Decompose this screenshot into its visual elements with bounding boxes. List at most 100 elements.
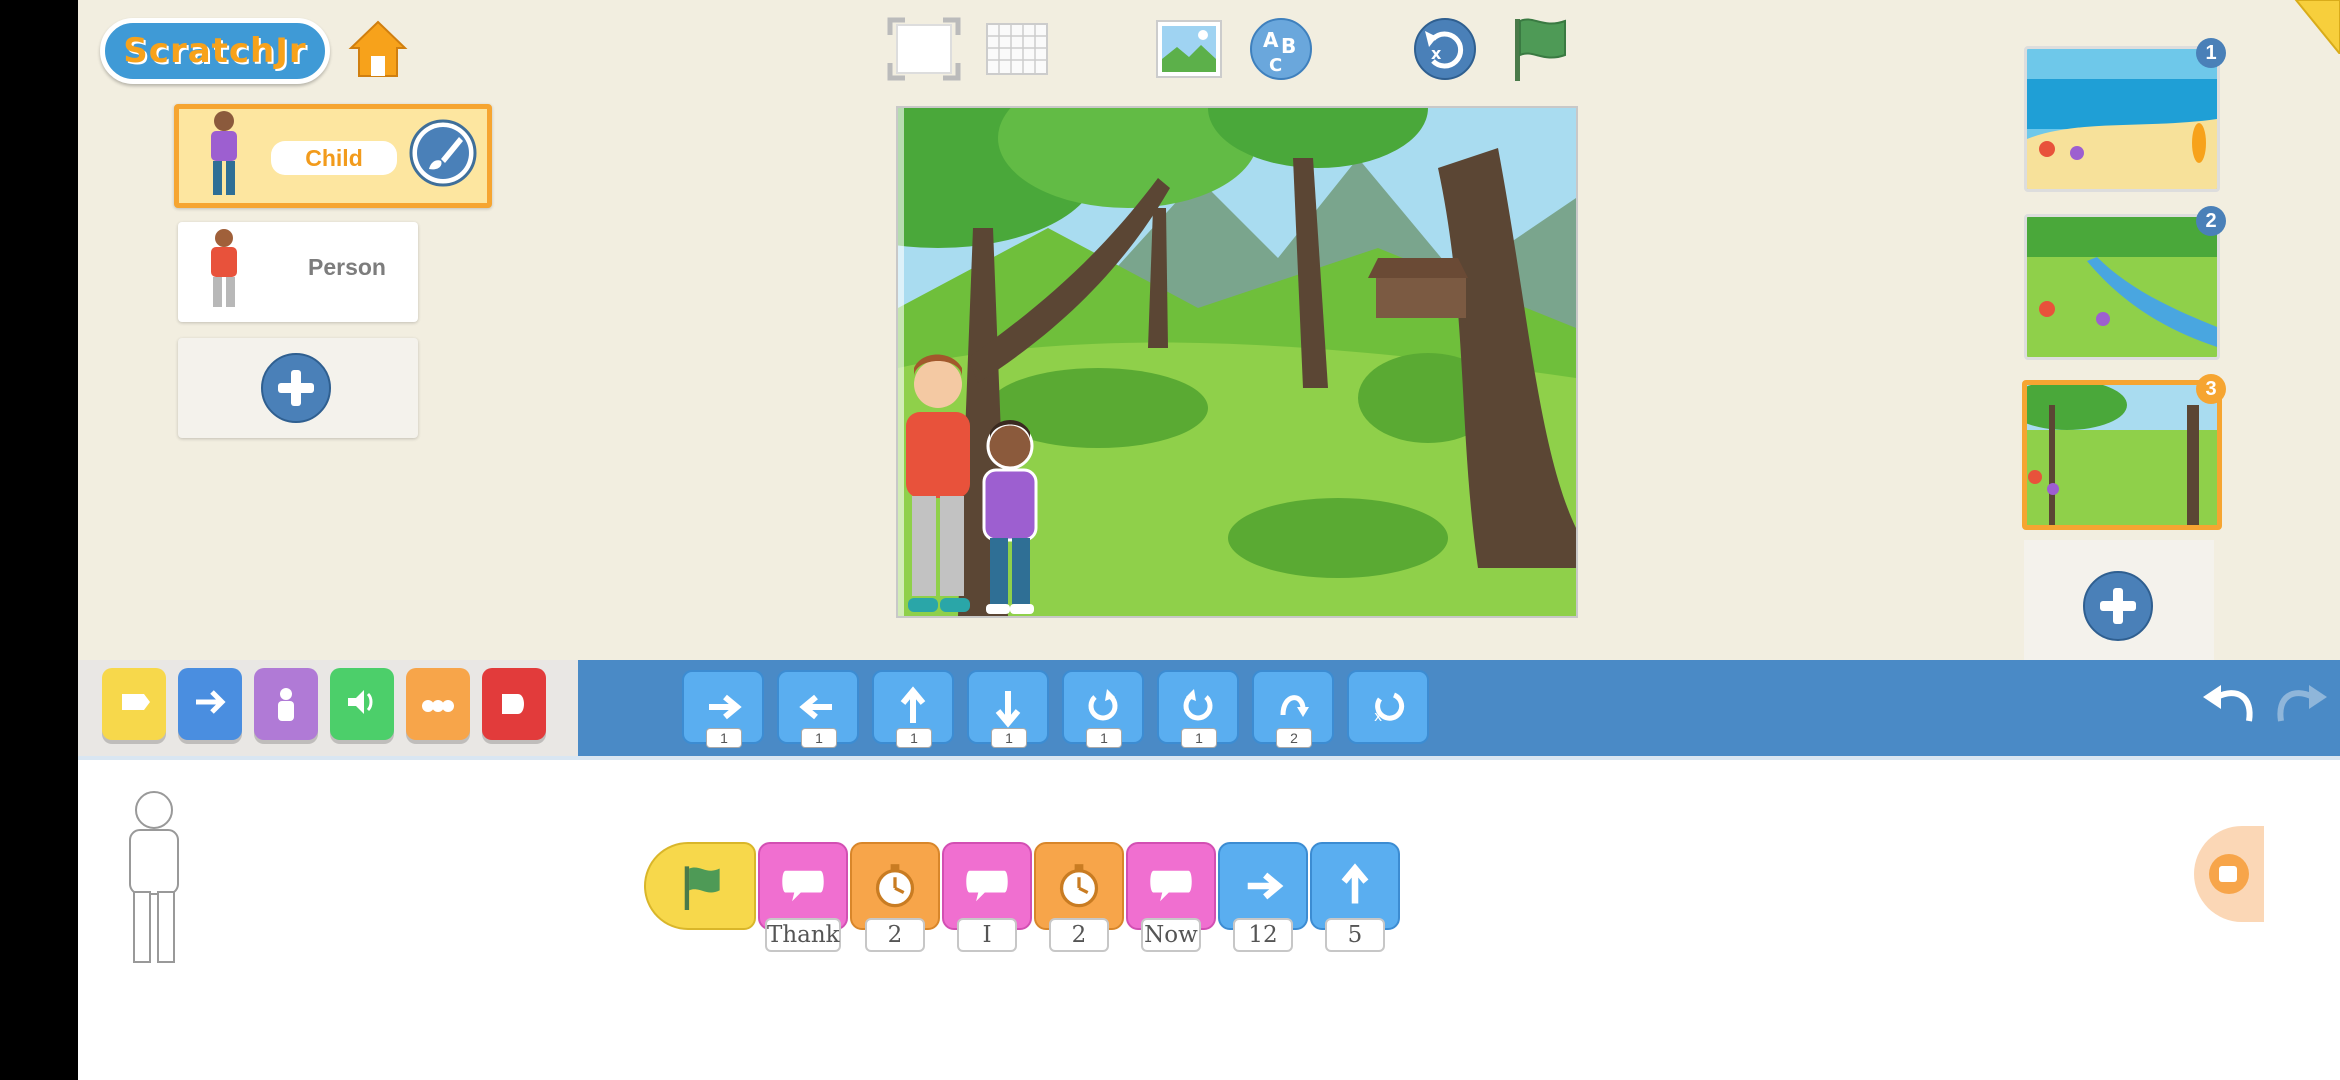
turn-right-icon bbox=[1088, 689, 1118, 721]
block-input-field[interactable]: Now bbox=[1141, 918, 1201, 952]
add-sprite-slot bbox=[178, 338, 418, 438]
script-block-wait[interactable] bbox=[1034, 842, 1124, 930]
block-input-field[interactable]: 5 bbox=[1325, 918, 1385, 952]
person-sprite[interactable] bbox=[898, 354, 978, 616]
grid-button[interactable] bbox=[984, 20, 1050, 78]
undo-button[interactable] bbox=[2196, 674, 2260, 738]
looks-category-icon bbox=[278, 688, 294, 721]
move-right-icon bbox=[709, 694, 742, 720]
grid-icon bbox=[986, 23, 1048, 75]
green-flag-icon bbox=[684, 866, 720, 910]
logo-text: ScratchJr bbox=[123, 31, 307, 71]
undo-icon bbox=[2203, 685, 2253, 722]
home-button[interactable] bbox=[346, 16, 410, 82]
hop-icon bbox=[1280, 695, 1309, 717]
svg-text:A: A bbox=[1263, 28, 1279, 52]
svg-text:B: B bbox=[1281, 34, 1296, 58]
scratchjr-app: ScratchJr A B C x Child Person 1 2 3 1 1… bbox=[78, 0, 2340, 1080]
full-screen-button[interactable] bbox=[886, 16, 962, 82]
corner-fold-icon bbox=[2294, 0, 2340, 56]
svg-text:x: x bbox=[1374, 709, 1382, 725]
add-page-button[interactable] bbox=[2082, 570, 2154, 642]
block-input-field[interactable]: 12 bbox=[1233, 918, 1293, 952]
speech-bubble-icon bbox=[966, 870, 1008, 902]
page-thumbnail-1[interactable] bbox=[2024, 46, 2220, 192]
text-icon: A B C bbox=[1250, 18, 1312, 80]
share-corner-tab[interactable] bbox=[2286, 0, 2340, 56]
child-thumbnail-icon bbox=[211, 111, 237, 195]
category-control[interactable] bbox=[406, 668, 470, 740]
block-input-field[interactable]: 2 bbox=[865, 918, 925, 952]
add-text-button[interactable]: A B C bbox=[1248, 16, 1314, 82]
sound-category-icon bbox=[348, 690, 373, 714]
block-input-field[interactable]: I bbox=[957, 918, 1017, 952]
full-screen-icon bbox=[887, 17, 961, 81]
block-number: 1 bbox=[706, 728, 742, 748]
add-sprite-button[interactable] bbox=[260, 352, 332, 424]
beach-thumbnail-icon bbox=[2027, 49, 2217, 189]
category-motion[interactable] bbox=[178, 668, 242, 740]
speech-bubble-icon bbox=[1150, 870, 1192, 902]
page-thumbnail-3[interactable] bbox=[2022, 380, 2222, 530]
script-block-move-up[interactable] bbox=[1310, 842, 1400, 930]
redo-icon bbox=[2277, 685, 2327, 722]
script-block-say[interactable] bbox=[758, 842, 848, 930]
background-button[interactable] bbox=[1154, 18, 1224, 80]
green-flag-button[interactable] bbox=[1506, 14, 1572, 84]
go-home-icon: x bbox=[1374, 692, 1405, 725]
sprite-card-person[interactable]: Person bbox=[178, 222, 418, 322]
page-number-badge: 1 bbox=[2196, 38, 2226, 68]
script-block-green-flag-start[interactable] bbox=[644, 842, 756, 930]
block-number: 1 bbox=[1181, 728, 1217, 748]
page-thumbnail-2[interactable] bbox=[2024, 214, 2220, 360]
script-block-say[interactable] bbox=[942, 842, 1032, 930]
block-number: 1 bbox=[991, 728, 1027, 748]
plus-icon bbox=[261, 353, 331, 423]
sprite-name-label[interactable]: Child bbox=[271, 141, 397, 175]
reset-icon: x bbox=[1414, 18, 1476, 80]
control-category-icon bbox=[422, 700, 454, 712]
script-block-say[interactable] bbox=[1126, 842, 1216, 930]
triggering-category-icon bbox=[122, 694, 150, 710]
paintbrush-icon bbox=[409, 119, 477, 187]
speech-bubble-icon bbox=[782, 870, 824, 902]
plus-icon bbox=[2083, 571, 2153, 641]
block-number: 2 bbox=[1276, 728, 1312, 748]
block-number: 1 bbox=[1086, 728, 1122, 748]
move-down-icon bbox=[995, 691, 1021, 728]
motion-block-go-home[interactable]: x bbox=[1347, 670, 1429, 744]
block-input-field[interactable]: 2 bbox=[1049, 918, 1109, 952]
move-up-icon bbox=[1341, 863, 1369, 904]
stopwatch-icon bbox=[875, 864, 915, 908]
category-triggering[interactable] bbox=[102, 668, 166, 740]
sprite-name-label: Person bbox=[308, 254, 386, 280]
script-block-move-right[interactable] bbox=[1218, 842, 1308, 930]
motion-category-icon bbox=[196, 690, 226, 714]
category-looks[interactable] bbox=[254, 668, 318, 740]
redo-button[interactable] bbox=[2270, 674, 2334, 738]
green-flag-icon bbox=[1515, 18, 1566, 81]
svg-text:x: x bbox=[1431, 44, 1442, 63]
presentation-icon bbox=[2209, 854, 2249, 894]
category-end[interactable] bbox=[482, 668, 546, 740]
move-left-icon bbox=[799, 694, 832, 720]
selected-sprite-outline-icon bbox=[129, 791, 179, 963]
move-up-icon bbox=[900, 686, 926, 723]
child-sprite[interactable] bbox=[972, 418, 1048, 616]
reset-characters-button[interactable]: x bbox=[1412, 16, 1478, 82]
page-number-badge: 2 bbox=[2196, 206, 2226, 236]
paint-editor-button[interactable] bbox=[409, 119, 477, 187]
sprite-card-child[interactable]: Child bbox=[174, 104, 492, 208]
block-input-field[interactable]: Thank bbox=[765, 918, 841, 952]
move-right-icon bbox=[1247, 872, 1284, 900]
category-sound[interactable] bbox=[330, 668, 394, 740]
page-number-badge: 3 bbox=[2196, 374, 2226, 404]
scratchjr-logo: ScratchJr bbox=[100, 18, 330, 84]
river-thumbnail-icon bbox=[2027, 217, 2217, 357]
block-number: 1 bbox=[896, 728, 932, 748]
script-block-wait[interactable] bbox=[850, 842, 940, 930]
stage-canvas[interactable] bbox=[896, 106, 1578, 618]
add-page-slot bbox=[2024, 540, 2214, 660]
person-thumbnail-icon bbox=[211, 229, 237, 307]
end-category-icon bbox=[502, 694, 524, 714]
